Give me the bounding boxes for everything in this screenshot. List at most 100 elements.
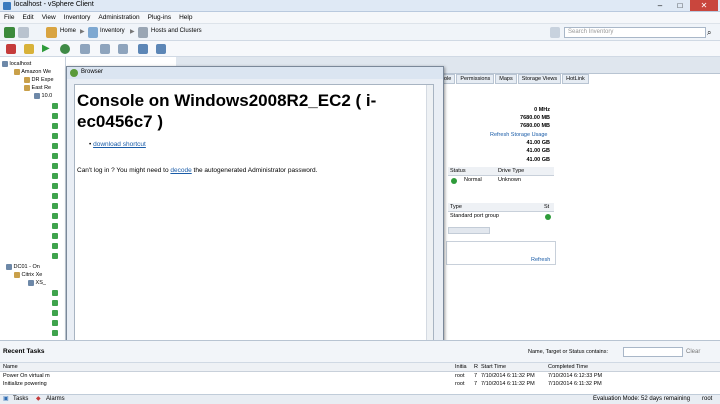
vm-icon[interactable] — [52, 112, 58, 120]
summary-value: 7680.00 MB — [520, 123, 550, 129]
vm-icon[interactable] — [52, 232, 58, 240]
browser-content: Console on Windows2008R2_EC2 ( i-ec0456c… — [74, 84, 434, 378]
summary-value: 41.00 GB — [526, 157, 550, 163]
recent-tasks-title: Recent Tasks — [3, 348, 45, 355]
play-icon[interactable]: ▶ — [42, 43, 50, 54]
tree-item-localhost[interactable]: localhost — [2, 60, 31, 68]
tasks-button[interactable]: Tasks — [13, 395, 28, 404]
recent-tasks-header: Recent Tasks Name, Target or Status cont… — [0, 341, 720, 363]
vm-icon[interactable] — [52, 242, 58, 250]
maximize-icon[interactable]: □ — [670, 0, 690, 11]
breadcrumb-inventory[interactable]: Inventory — [100, 28, 125, 34]
vm-icon[interactable] — [52, 132, 58, 140]
tree-item-dc01[interactable]: DC01 - On — [6, 263, 40, 271]
network-grid-header: Type St — [448, 203, 554, 212]
vm-icon[interactable] — [52, 192, 58, 200]
menu-plugins[interactable]: Plug-ins — [148, 12, 171, 23]
tree-item-10-0[interactable]: 10.0 — [34, 92, 52, 100]
vsphere-app-icon — [3, 2, 11, 10]
home-icon[interactable] — [46, 27, 57, 38]
snapshot-icon[interactable] — [80, 44, 90, 54]
browser-scrollbar[interactable] — [426, 85, 433, 377]
refresh-link[interactable]: Refresh — [531, 257, 550, 263]
browser-window: Browser Console on Windows2008R2_EC2 ( i… — [66, 66, 444, 384]
summary-value: 41.00 GB — [526, 148, 550, 154]
horizontal-scrollbar[interactable] — [448, 227, 490, 234]
tree-item-east-re[interactable]: East Re — [24, 84, 51, 92]
vm-icon[interactable] — [52, 152, 58, 160]
forward-icon[interactable] — [18, 27, 29, 38]
stop-icon[interactable] — [6, 44, 16, 54]
vm-icon[interactable] — [52, 212, 58, 220]
tab-maps[interactable]: Maps — [495, 74, 517, 84]
refresh-icon[interactable] — [60, 44, 70, 54]
close-icon[interactable]: ✕ — [690, 0, 718, 11]
breadcrumb-home[interactable]: Home — [60, 28, 76, 34]
refresh-storage-link[interactable]: Refresh Storage Usage — [490, 132, 547, 138]
vm-icon[interactable] — [52, 222, 58, 230]
menu-administration[interactable]: Administration — [98, 12, 139, 23]
vm-icon[interactable] — [52, 102, 58, 110]
window-titlebar: localhost - vSphere Client – □ ✕ — [0, 0, 720, 12]
back-icon[interactable] — [4, 27, 15, 38]
vm-icon[interactable] — [52, 289, 58, 297]
status-ok-icon — [451, 178, 457, 184]
download-item: • download shortcut — [89, 141, 146, 148]
tab-hotlink[interactable]: HotLink — [562, 74, 589, 84]
vm-icon[interactable] — [52, 309, 58, 317]
vm-icon[interactable] — [52, 142, 58, 150]
current-user: root — [702, 396, 713, 402]
filter-input[interactable] — [623, 347, 683, 357]
vm-icon[interactable] — [52, 299, 58, 307]
alarms-button[interactable]: Alarms — [46, 395, 65, 404]
breadcrumb-separator: ▶ — [80, 29, 85, 35]
manage-snapshots-icon[interactable] — [118, 44, 128, 54]
breadcrumb-hosts-clusters[interactable]: Hosts and Clusters — [151, 28, 202, 34]
menu-inventory[interactable]: Inventory — [64, 12, 91, 23]
vm-icon[interactable] — [52, 172, 58, 180]
vm-icon[interactable] — [52, 122, 58, 130]
summary-value: 7680.00 MB — [520, 115, 550, 121]
console-icon[interactable] — [138, 44, 148, 54]
menu-bar: File Edit View Inventory Administration … — [0, 12, 720, 24]
inventory-tree: localhost Amazon We DR Expe East Re 10.0… — [0, 57, 66, 340]
window-controls: – □ ✕ — [650, 0, 718, 12]
tree-item-dr-expe[interactable]: DR Expe — [24, 76, 54, 84]
vm-icon[interactable] — [52, 319, 58, 327]
breadcrumb-separator: ▶ — [130, 29, 135, 35]
alarms-icon: ◆ — [36, 396, 41, 402]
settings-icon[interactable] — [156, 44, 166, 54]
storage-grid-header: Status Drive Type — [448, 167, 554, 176]
network-type: Standard port group — [450, 213, 499, 219]
console-heading: Console on Windows2008R2_EC2 ( i-ec0456c… — [77, 91, 377, 131]
menu-view[interactable]: View — [42, 12, 56, 23]
revert-icon[interactable] — [100, 44, 110, 54]
browser-icon — [70, 69, 78, 77]
tree-item-amazon[interactable]: Amazon We — [14, 68, 51, 76]
tree-item-citrix[interactable]: Citrix Xe — [14, 271, 42, 279]
decode-link[interactable]: decode — [170, 167, 191, 174]
inventory-icon — [88, 27, 98, 38]
vm-icon[interactable] — [52, 252, 58, 260]
clear-button[interactable]: Clear — [686, 349, 700, 355]
tab-permissions[interactable]: Permissions — [456, 74, 495, 84]
search-input[interactable]: Search Inventory — [564, 27, 706, 38]
tree-item-xs[interactable]: XS_ — [28, 279, 46, 287]
search-scope-icon[interactable] — [550, 27, 560, 38]
menu-help[interactable]: Help — [179, 12, 192, 23]
tab-storage-views[interactable]: Storage Views — [517, 74, 562, 84]
menu-file[interactable]: File — [4, 12, 14, 23]
storage-drive-type: Unknown — [498, 177, 521, 183]
download-shortcut-link[interactable]: download shortcut — [93, 141, 146, 148]
menu-edit[interactable]: Edit — [22, 12, 33, 23]
vm-icon[interactable] — [52, 182, 58, 190]
search-icon[interactable]: ⌕ — [707, 28, 711, 38]
vm-icon[interactable] — [52, 202, 58, 210]
vm-icon[interactable] — [52, 329, 58, 337]
vm-icon[interactable] — [52, 162, 58, 170]
minimize-icon[interactable]: – — [650, 0, 670, 11]
browser-title: Browser — [81, 69, 104, 75]
tasks-grid-header: Name Initia R Start Time Completed Time — [0, 363, 720, 372]
cant-log-in-text: Can't log in ? You might need to decode … — [77, 167, 318, 174]
pause-icon[interactable] — [24, 44, 34, 54]
